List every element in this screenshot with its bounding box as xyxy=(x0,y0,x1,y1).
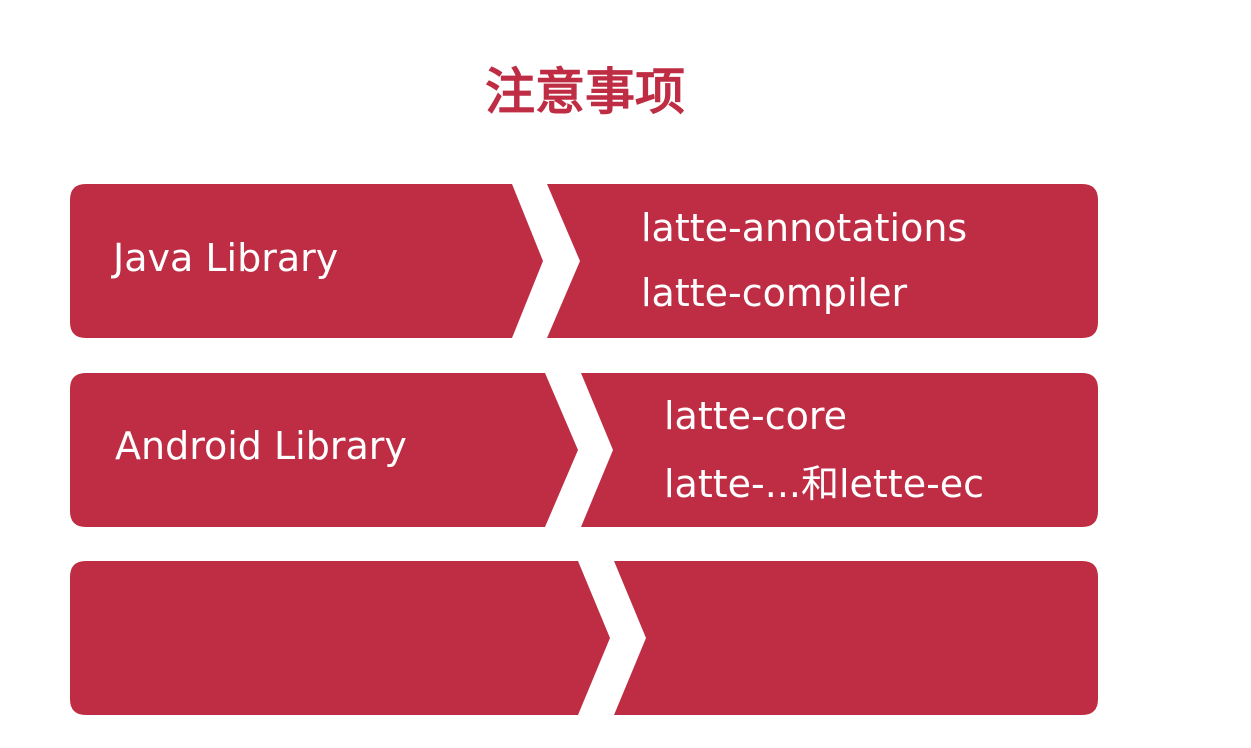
chevron-diagram xyxy=(70,184,1098,715)
row-3-left-shape xyxy=(70,561,610,715)
row-1-label: Java Library xyxy=(113,236,339,280)
row-3-right-shape xyxy=(614,561,1098,715)
row-2-item: latte-...和lette-ec xyxy=(664,462,985,506)
row-1-item: latte-annotations xyxy=(641,206,968,250)
row-1-item: latte-compiler xyxy=(641,271,908,315)
row-2-item: latte-core xyxy=(664,394,848,438)
row-2-label: Android Library xyxy=(115,424,407,468)
